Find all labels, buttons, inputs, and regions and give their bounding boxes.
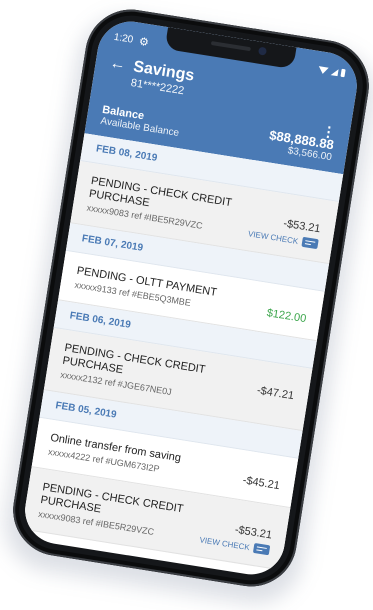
back-arrow-icon[interactable]: ← bbox=[108, 55, 135, 77]
transaction-amount: -$47.21 bbox=[256, 384, 295, 403]
view-check-label: VIEW CHECK bbox=[247, 228, 299, 246]
transaction-amount: $122.00 bbox=[265, 307, 308, 326]
wifi-icon bbox=[317, 65, 329, 75]
transaction-amount: -$45.21 bbox=[241, 474, 281, 493]
check-icon bbox=[301, 236, 319, 250]
signal-icon bbox=[330, 67, 339, 76]
battery-icon bbox=[340, 68, 346, 78]
view-check-label: VIEW CHECK bbox=[198, 534, 251, 552]
gear-icon: ⚙ bbox=[138, 35, 150, 49]
status-time: 1:20 bbox=[113, 31, 135, 46]
phone-frame: 1:20 ⚙ ← Savings 81****2222 Balance Avai… bbox=[6, 3, 373, 593]
transaction-list: FEB 08, 2019 PENDING - CHECK CREDIT PURC… bbox=[21, 133, 344, 571]
check-icon bbox=[252, 542, 271, 556]
